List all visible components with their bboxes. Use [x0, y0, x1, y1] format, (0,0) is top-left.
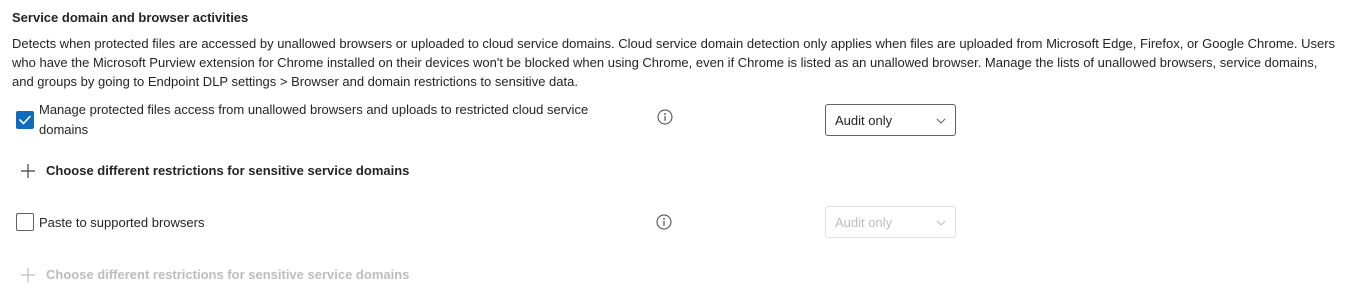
choose-restrictions-label: Choose different restrictions for sensit…: [46, 163, 410, 178]
plus-icon: [21, 164, 35, 178]
plus-icon: [21, 268, 35, 282]
checkmark-icon: [19, 115, 31, 125]
paste-to-browsers-checkbox[interactable]: [16, 213, 34, 231]
section-description: Detects when protected files are accesse…: [12, 36, 1336, 89]
action-dropdown[interactable]: Audit only: [825, 104, 956, 136]
action-dropdown-value: Audit only: [835, 113, 893, 128]
manage-browser-access-label[interactable]: Manage protected files access from unall…: [39, 100, 639, 140]
section-title: Service domain and browser activities: [12, 10, 249, 25]
manage-browser-access-checkbox[interactable]: [16, 111, 34, 129]
info-icon[interactable]: [657, 109, 673, 125]
info-icon[interactable]: [656, 214, 672, 230]
chevron-down-icon: [936, 118, 946, 124]
paste-action-dropdown-value: Audit only: [835, 215, 893, 230]
chevron-down-icon: [936, 220, 946, 226]
paste-action-dropdown[interactable]: Audit only: [825, 206, 956, 238]
paste-to-browsers-label[interactable]: Paste to supported browsers: [39, 213, 204, 233]
choose-restrictions-label: Choose different restrictions for sensit…: [46, 267, 410, 282]
